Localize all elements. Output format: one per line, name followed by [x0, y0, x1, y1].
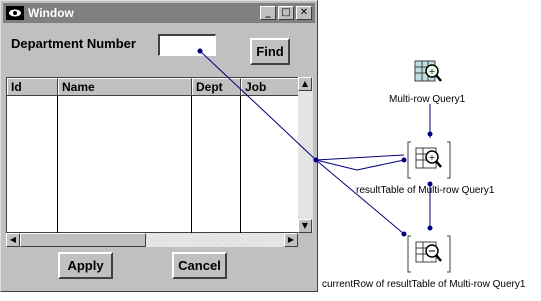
svg-text:+: + [429, 67, 436, 76]
connection-dot [197, 48, 203, 54]
current-row-icon[interactable] [407, 234, 451, 278]
connection-line-result-secondary [315, 154, 405, 161]
query-label: Multi-row Query1 [389, 94, 466, 105]
svg-text:+: + [429, 153, 436, 162]
current-row-label: currentRow of resultTable of Multi-row Q… [322, 279, 526, 290]
connection-lines [197, 48, 433, 237]
connection-dot [401, 231, 407, 237]
connection-line-to-current-row [315, 159, 405, 235]
connection-dot [313, 157, 319, 163]
result-table-icon[interactable]: + [407, 140, 451, 184]
connection-dot [427, 225, 433, 231]
connection-line-to-result-table [315, 159, 405, 171]
connection-dot [401, 157, 407, 163]
result-table-label: resultTable of Multi-row Query1 [356, 185, 495, 196]
connection-line-input-to-result [199, 50, 317, 161]
connection-dot [427, 131, 433, 137]
query-icon[interactable]: + [413, 57, 443, 91]
